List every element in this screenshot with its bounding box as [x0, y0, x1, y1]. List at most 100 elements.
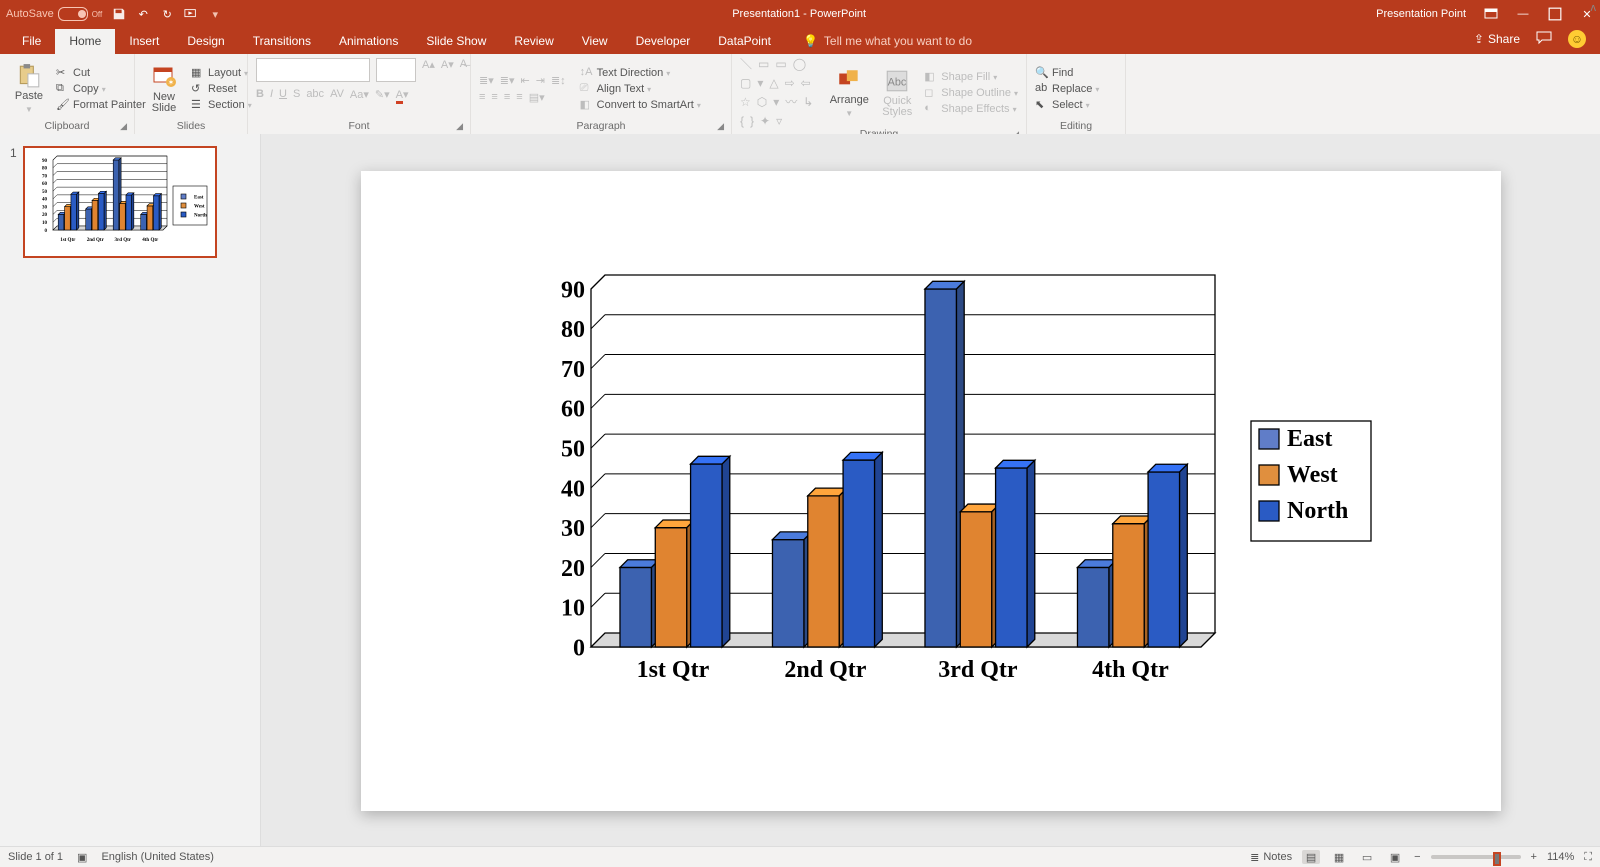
svg-text:North: North — [194, 213, 207, 218]
columns-icon[interactable]: ▤▾ — [529, 91, 545, 104]
slide-editor[interactable]: 01020304050607080901st Qtr2nd Qtr3rd Qtr… — [261, 134, 1600, 847]
shapes-gallery[interactable]: ＼▭▭◯▢▾ △⇨⇦☆⬡▾ 〰↳{}✦▿ — [740, 58, 822, 128]
layout-button[interactable]: ▦Layout▾ — [191, 66, 252, 80]
underline-icon[interactable]: U — [279, 88, 287, 101]
shape-rect2-icon: ▭ — [775, 58, 786, 71]
decrease-indent-icon[interactable]: ⇤ — [521, 74, 530, 87]
autosave-toggle[interactable]: AutoSave Off — [6, 7, 102, 21]
align-text-button[interactable]: ⎚Align Text▾ — [580, 82, 701, 96]
slideshow-view-icon[interactable]: ▣ — [1386, 850, 1404, 864]
font-color-icon[interactable]: A▾ — [396, 88, 409, 101]
shape-line-icon: ＼ — [740, 58, 752, 71]
normal-view-icon[interactable]: ▤ — [1302, 850, 1320, 864]
redo-icon[interactable]: ↻ — [160, 7, 174, 21]
bullets-icon[interactable]: ≣▾ — [479, 74, 494, 87]
shape-brace-icon: { — [740, 115, 744, 128]
save-icon[interactable] — [112, 7, 126, 21]
align-text-label: Align Text — [597, 83, 645, 95]
undo-icon[interactable]: ↶ — [136, 7, 150, 21]
zoom-slider[interactable] — [1431, 855, 1521, 859]
reset-button[interactable]: ↺Reset — [191, 82, 252, 96]
minimize-icon[interactable]: — — [1516, 7, 1530, 21]
slide-sorter-icon[interactable]: ▦ — [1330, 850, 1348, 864]
tab-animations[interactable]: Animations — [325, 29, 412, 54]
tab-review[interactable]: Review — [500, 29, 567, 54]
fit-to-window-icon[interactable]: ⛶ — [1584, 851, 1592, 864]
find-button[interactable]: 🔍Find — [1035, 66, 1099, 80]
zoom-out-icon[interactable]: − — [1414, 851, 1420, 863]
justify-icon[interactable]: ≡ — [516, 91, 522, 104]
start-from-beginning-icon[interactable] — [184, 7, 198, 21]
share-button[interactable]: ⇪ Share — [1474, 32, 1520, 46]
dialog-launcher-icon[interactable]: ◢ — [456, 121, 463, 132]
tell-me[interactable]: 💡 Tell me what you want to do — [803, 34, 972, 54]
copy-button[interactable]: ⧉Copy▾ — [56, 82, 146, 96]
zoom-in-icon[interactable]: + — [1531, 851, 1537, 863]
maximize-icon[interactable] — [1548, 7, 1562, 21]
dialog-launcher-icon[interactable]: ◢ — [717, 121, 724, 132]
tab-view[interactable]: View — [568, 29, 622, 54]
arrange-button[interactable]: Arrange▼ — [828, 67, 870, 119]
tab-transitions[interactable]: Transitions — [239, 29, 325, 54]
tab-slideshow[interactable]: Slide Show — [412, 29, 500, 54]
clear-formatting-icon[interactable]: A̶ — [460, 58, 467, 82]
group-clipboard: Paste ▼ ✂Cut ⧉Copy▾ 🖌Format Painter Clip… — [0, 54, 135, 134]
svg-text:20: 20 — [561, 555, 585, 581]
line-spacing-icon[interactable]: ≣↕ — [551, 74, 566, 87]
bold-icon[interactable]: B — [256, 88, 264, 101]
feedback-smile-icon[interactable]: ☺ — [1568, 30, 1586, 48]
align-left-icon[interactable]: ≡ — [479, 91, 485, 104]
increase-indent-icon[interactable]: ⇥ — [536, 74, 545, 87]
collapse-ribbon-icon[interactable]: ʌ — [1591, 2, 1597, 14]
italic-icon[interactable]: I — [270, 88, 273, 101]
shadow-icon[interactable]: S — [293, 88, 300, 101]
strikethrough-icon[interactable]: abc — [306, 88, 324, 101]
svg-text:East: East — [194, 195, 204, 200]
text-direction-button[interactable]: ↕AText Direction▾ — [580, 66, 701, 80]
language-label[interactable]: English (United States) — [101, 851, 214, 863]
tab-developer[interactable]: Developer — [622, 29, 705, 54]
cut-button[interactable]: ✂Cut — [56, 66, 146, 80]
slide-canvas[interactable]: 01020304050607080901st Qtr2nd Qtr3rd Qtr… — [361, 171, 1501, 811]
replace-button[interactable]: abReplace▾ — [1035, 82, 1099, 96]
change-case-icon[interactable]: Aa▾ — [350, 88, 369, 101]
quick-styles-button[interactable]: Abc Quick Styles — [876, 68, 918, 118]
section-button[interactable]: ☰Section▾ — [191, 98, 252, 112]
paste-icon — [16, 63, 42, 89]
select-button[interactable]: ⬉Select▾ — [1035, 98, 1099, 112]
decrease-font-icon[interactable]: A▾ — [441, 58, 454, 82]
bar-chart[interactable]: 01020304050607080901st Qtr2nd Qtr3rd Qtr… — [531, 271, 1491, 701]
qat-more-icon[interactable]: ▾ — [208, 7, 222, 21]
slide-thumbnail-1[interactable]: 01020304050607080901st Qtr2nd Qtr3rd Qtr… — [23, 146, 217, 258]
smartart-button[interactable]: ◧Convert to SmartArt▾ — [580, 98, 701, 112]
reading-view-icon[interactable]: ▭ — [1358, 850, 1376, 864]
tab-datapoint[interactable]: DataPoint — [704, 29, 785, 54]
tab-file[interactable]: File — [8, 29, 55, 54]
svg-text:10: 10 — [561, 595, 585, 621]
ribbon-tabs: File Home Insert Design Transitions Anim… — [0, 28, 1600, 54]
highlight-icon[interactable]: ✎▾ — [375, 88, 390, 101]
tab-design[interactable]: Design — [173, 29, 238, 54]
ribbon-display-icon[interactable] — [1484, 7, 1498, 21]
format-painter-button[interactable]: 🖌Format Painter — [56, 98, 146, 112]
numbering-icon[interactable]: ≣▾ — [500, 74, 515, 87]
paste-button[interactable]: Paste ▼ — [8, 63, 50, 115]
tab-home[interactable]: Home — [55, 29, 115, 54]
zoom-level[interactable]: 114% — [1547, 851, 1574, 863]
dialog-launcher-icon[interactable]: ◢ — [120, 121, 127, 132]
font-name-input[interactable] — [256, 58, 370, 82]
shape-fill-button[interactable]: ◧Shape Fill▾ — [924, 70, 1018, 84]
spellcheck-icon[interactable]: ▣ — [77, 851, 87, 864]
shape-outline-button[interactable]: ◻Shape Outline▾ — [924, 86, 1018, 100]
tab-insert[interactable]: Insert — [115, 29, 173, 54]
font-size-input[interactable] — [376, 58, 416, 82]
align-center-icon[interactable]: ≡ — [491, 91, 497, 104]
increase-font-icon[interactable]: A▴ — [422, 58, 435, 82]
notes-button[interactable]: ≣Notes — [1250, 851, 1292, 864]
comments-icon[interactable] — [1536, 31, 1552, 48]
new-slide-button[interactable]: ✶ New Slide — [143, 64, 185, 114]
shape-effects-button[interactable]: ◐Shape Effects▾ — [924, 102, 1018, 116]
notes-label: Notes — [1263, 851, 1292, 864]
character-spacing-icon[interactable]: AV — [330, 88, 344, 101]
align-right-icon[interactable]: ≡ — [504, 91, 510, 104]
